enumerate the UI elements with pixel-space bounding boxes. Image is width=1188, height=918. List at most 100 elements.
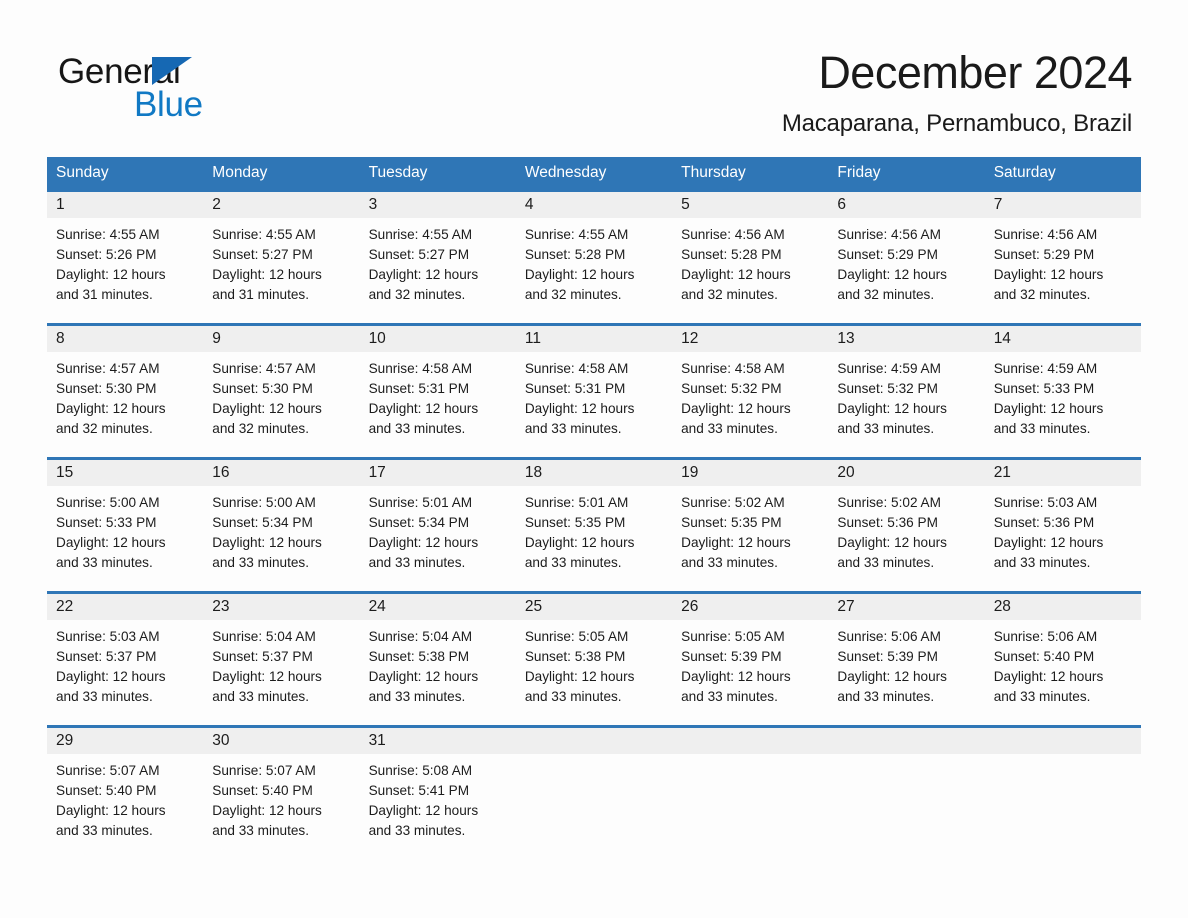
logo-text-blue: Blue — [134, 85, 203, 124]
daylight-text-line1: Daylight: 12 hours — [212, 669, 322, 684]
sunset-text: Sunset: 5:39 PM — [837, 649, 938, 664]
day-cell[interactable]: 4 Sunrise: 4:55 AM Sunset: 5:28 PM Daylight… — [515, 192, 673, 314]
sunset-text: Sunset: 5:41 PM — [368, 783, 470, 798]
daylight-text-line2: and 32 minutes. — [837, 287, 935, 302]
daylight-text-line1: Daylight: 12 hours — [681, 669, 791, 684]
day-details: Sunrise: 4:55 AM Sunset: 5:27 PM Daylight:… — [203, 218, 359, 305]
page-header: General Blue December 2024 Macaparana, P… — [0, 0, 1188, 150]
sunrise-text: Sunrise: 5:02 AM — [837, 495, 941, 510]
day-cell[interactable]: 7 Sunrise: 4:56 AM Sunset: 5:29 PM Daylight… — [984, 192, 1141, 314]
day-cell[interactable]: 22 Sunrise: 5:03 AM Sunset: 5:37 PM Dayligh… — [47, 594, 204, 716]
sunrise-text: Sunrise: 5:06 AM — [993, 629, 1098, 644]
weekday-header-tuesday: Tuesday — [368, 164, 428, 181]
sunset-text: Sunset: 5:32 PM — [681, 381, 782, 396]
daylight-text-line1: Daylight: 12 hours — [993, 535, 1104, 550]
daylight-text-line2: and 33 minutes. — [212, 555, 310, 570]
daylight-text-line2: and 33 minutes. — [837, 555, 935, 570]
daylight-text-line1: Daylight: 12 hours — [368, 267, 479, 282]
day-cell[interactable]: 30 Sunrise: 5:07 AM Sunset: 5:40 PM Dayligh… — [203, 728, 360, 850]
daylight-text-line1: Daylight: 12 hours — [56, 803, 166, 818]
daylight-text-line2: and 33 minutes. — [681, 421, 778, 436]
calendar-grid: Sunday Monday Tuesday Wednesday Thursday… — [47, 157, 1141, 850]
title-block: December 2024 Macaparana, Pernambuco, Br… — [781, 46, 1133, 140]
day-cell[interactable]: 11 Sunrise: 4:58 AM Sunset: 5:31 PM Dayligh… — [515, 326, 673, 448]
day-cell[interactable]: 8 Sunrise: 4:57 AM Sunset: 5:30 PM Daylight… — [47, 326, 204, 448]
day-cell[interactable]: 9 Sunrise: 4:57 AM Sunset: 5:30 PM Daylight… — [203, 326, 360, 448]
day-number: 1 — [47, 192, 204, 218]
calendar-page: General Blue December 2024 Macaparana, P… — [0, 0, 1188, 918]
day-cell[interactable]: 29 Sunrise: 5:07 AM Sunset: 5:40 PM Dayligh… — [47, 728, 204, 850]
day-cell[interactable]: 14 Sunrise: 4:59 AM Sunset: 5:33 PM Dayligh… — [984, 326, 1141, 448]
day-cell[interactable]: 1 Sunrise: 4:55 AM Sunset: 5:26 PM Daylight… — [47, 192, 204, 314]
day-cell[interactable]: 6 Sunrise: 4:56 AM Sunset: 5:29 PM Daylight… — [828, 192, 985, 314]
day-details: Sunrise: 5:06 AM Sunset: 5:40 PM Daylight:… — [985, 620, 1141, 707]
day-number: 12 — [672, 326, 829, 352]
day-details: Sunrise: 5:03 AM Sunset: 5:36 PM Daylight:… — [985, 486, 1141, 573]
day-cell[interactable]: 13 Sunrise: 4:59 AM Sunset: 5:32 PM Dayligh… — [828, 326, 985, 448]
daylight-text-line2: and 33 minutes. — [368, 823, 466, 838]
daylight-text-line1: Daylight: 12 hours — [368, 535, 479, 550]
sunrise-text: Sunrise: 4:56 AM — [993, 227, 1098, 242]
day-cell-empty — [828, 728, 985, 850]
daylight-text-line1: Daylight: 12 hours — [993, 669, 1104, 684]
sunset-text: Sunset: 5:29 PM — [993, 247, 1095, 262]
day-details: Sunrise: 4:56 AM Sunset: 5:28 PM Daylight:… — [672, 218, 828, 305]
day-cell[interactable]: 20 Sunrise: 5:02 AM Sunset: 5:36 PM Dayligh… — [828, 460, 985, 582]
sunrise-text: Sunrise: 4:58 AM — [368, 361, 473, 376]
sunset-text: Sunset: 5:36 PM — [993, 515, 1095, 530]
day-number: 19 — [672, 460, 829, 486]
day-cell[interactable]: 3 Sunrise: 4:55 AM Sunset: 5:27 PM Daylight… — [359, 192, 516, 314]
day-cell[interactable]: 17 Sunrise: 5:01 AM Sunset: 5:34 PM Dayligh… — [359, 460, 516, 582]
sunrise-text: Sunrise: 4:57 AM — [212, 361, 316, 376]
day-cell[interactable]: 24 Sunrise: 5:04 AM Sunset: 5:38 PM Dayligh… — [359, 594, 516, 716]
calendar-week-row: 1 Sunrise: 4:55 AM Sunset: 5:26 PM Daylight… — [47, 189, 1141, 314]
day-cell-empty — [515, 728, 673, 850]
sunset-text: Sunset: 5:37 PM — [56, 649, 157, 664]
day-cell[interactable]: 25 Sunrise: 5:05 AM Sunset: 5:38 PM Dayligh… — [515, 594, 673, 716]
daylight-text-line1: Daylight: 12 hours — [212, 267, 322, 282]
day-details: Sunrise: 5:08 AM Sunset: 5:41 PM Daylight:… — [360, 754, 516, 841]
sunrise-text: Sunrise: 5:05 AM — [524, 629, 629, 644]
location-subtitle: Macaparana, Pernambuco, Brazil — [781, 110, 1132, 137]
day-cell[interactable]: 5 Sunrise: 4:56 AM Sunset: 5:28 PM Daylight… — [672, 192, 829, 314]
day-details: Sunrise: 4:56 AM Sunset: 5:29 PM Daylight:… — [828, 218, 984, 305]
day-details: Sunrise: 4:59 AM Sunset: 5:32 PM Daylight:… — [828, 352, 984, 439]
daylight-text-line2: and 33 minutes. — [368, 689, 466, 704]
day-cell[interactable]: 21 Sunrise: 5:03 AM Sunset: 5:36 PM Dayligh… — [984, 460, 1141, 582]
sunset-text: Sunset: 5:31 PM — [524, 381, 626, 396]
day-number: 14 — [984, 326, 1141, 352]
day-details: Sunrise: 4:59 AM Sunset: 5:33 PM Daylight:… — [985, 352, 1141, 439]
sunset-text: Sunset: 5:34 PM — [212, 515, 313, 530]
day-cell[interactable]: 23 Sunrise: 5:04 AM Sunset: 5:37 PM Dayligh… — [203, 594, 360, 716]
day-cell[interactable]: 16 Sunrise: 5:00 AM Sunset: 5:34 PM Dayligh… — [203, 460, 360, 582]
sunrise-text: Sunrise: 4:56 AM — [681, 227, 785, 242]
day-cell[interactable]: 10 Sunrise: 4:58 AM Sunset: 5:31 PM Dayligh… — [359, 326, 516, 448]
day-number: 4 — [515, 192, 673, 218]
day-details: Sunrise: 4:58 AM Sunset: 5:31 PM Daylight:… — [360, 352, 516, 439]
day-details: Sunrise: 5:01 AM Sunset: 5:34 PM Daylight:… — [360, 486, 516, 573]
sunrise-text: Sunrise: 4:57 AM — [56, 361, 160, 376]
weekday-header-friday: Friday — [837, 164, 881, 181]
day-cell[interactable]: 19 Sunrise: 5:02 AM Sunset: 5:35 PM Dayligh… — [672, 460, 829, 582]
day-cell[interactable]: 28 Sunrise: 5:06 AM Sunset: 5:40 PM Dayligh… — [984, 594, 1141, 716]
sunset-text: Sunset: 5:27 PM — [212, 247, 313, 262]
calendar-week-row: 15 Sunrise: 5:00 AM Sunset: 5:33 PM Dayligh… — [47, 457, 1141, 582]
generalblue-logo[interactable]: General Blue — [58, 52, 258, 124]
daylight-text-line1: Daylight: 12 hours — [368, 401, 479, 416]
daylight-text-line1: Daylight: 12 hours — [368, 669, 479, 684]
sunrise-text: Sunrise: 5:04 AM — [212, 629, 316, 644]
day-number: 30 — [203, 728, 360, 754]
day-cell[interactable]: 15 Sunrise: 5:00 AM Sunset: 5:33 PM Dayligh… — [47, 460, 204, 582]
day-number: 15 — [47, 460, 204, 486]
day-cell[interactable]: 12 Sunrise: 4:58 AM Sunset: 5:32 PM Dayligh… — [672, 326, 829, 448]
day-cell[interactable]: 31 Sunrise: 5:08 AM Sunset: 5:41 PM Dayligh… — [359, 728, 516, 850]
day-number: 11 — [515, 326, 673, 352]
daylight-text-line1: Daylight: 12 hours — [837, 401, 947, 416]
day-cell[interactable]: 18 Sunrise: 5:01 AM Sunset: 5:35 PM Dayligh… — [515, 460, 673, 582]
weekday-header-sunday: Sunday — [56, 164, 109, 181]
day-cell[interactable]: 27 Sunrise: 5:06 AM Sunset: 5:39 PM Dayligh… — [828, 594, 985, 716]
day-number — [828, 728, 985, 754]
day-cell[interactable]: 26 Sunrise: 5:05 AM Sunset: 5:39 PM Dayligh… — [672, 594, 829, 716]
sunset-text: Sunset: 5:32 PM — [837, 381, 938, 396]
day-cell[interactable]: 2 Sunrise: 4:55 AM Sunset: 5:27 PM Daylight… — [203, 192, 360, 314]
